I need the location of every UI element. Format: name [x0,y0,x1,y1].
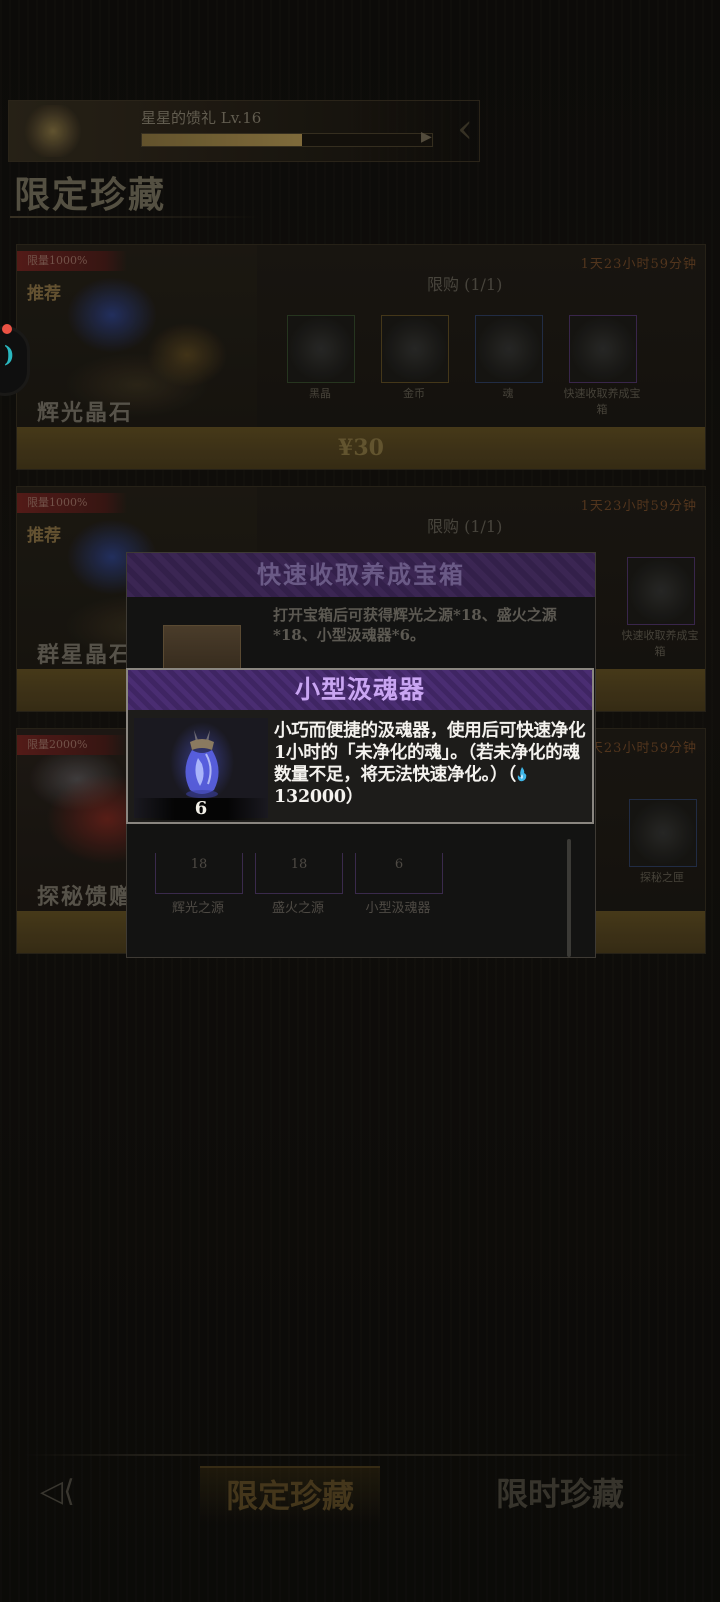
reward-count: 18 [190,857,208,872]
reward-name: 盛火之源 [271,901,324,916]
item-tooltip[interactable]: 小型汲魂器 6 小巧而便捷的汲魂器，使用后可快速净化1小时的「未净化的魂」。（若… [126,668,594,824]
soul-price-value: 132000 [274,787,346,807]
chest-reward-slot[interactable]: 18 [155,853,243,894]
soul-absorber-icon [185,730,219,798]
item-description-text: 小巧而便捷的汲魂器，使用后可快速净化1小时的「未净化的魂」。（若未净化的魂数量不… [274,721,586,785]
price-close: ） [345,787,364,807]
soul-flame-icon [517,767,527,782]
price-open: （ [507,765,517,785]
reward-name: 辉光之源 [171,901,224,916]
chest-reward-slot[interactable]: 18 [255,853,343,894]
chest-reward-slot[interactable]: 6 [355,853,443,894]
reward-count: 18 [290,857,308,872]
chest-description: 打开宝箱后可获得辉光之源*18、盛火之源*18、小型汲魂器*6。 [273,606,557,644]
chest-scrollbar[interactable] [567,839,571,957]
chest-panel-title: 快速收取养成宝箱 [127,553,595,598]
item-count: 6 [194,798,208,819]
tooltip-header: 小型汲魂器 [128,670,592,711]
reward-count: 6 [394,857,404,872]
tooltip-body: 6 小巧而便捷的汲魂器，使用后可快速净化1小时的「未净化的魂」。（若未净化的魂数… [128,710,592,822]
item-frame: 6 [134,718,268,820]
tooltip-title: 小型汲魂器 [294,675,425,704]
game-screen: 星星的馈礼 Lv.16 ▶ ‹ 限定珍藏 限量1000% 推荐 辉光晶石 限购 … [0,0,720,1602]
reward-name: 小型汲魂器 [365,901,431,916]
item-description: 小巧而便捷的汲魂器，使用后可快速净化1小时的「未净化的魂」。（若未净化的魂数量不… [274,720,586,808]
